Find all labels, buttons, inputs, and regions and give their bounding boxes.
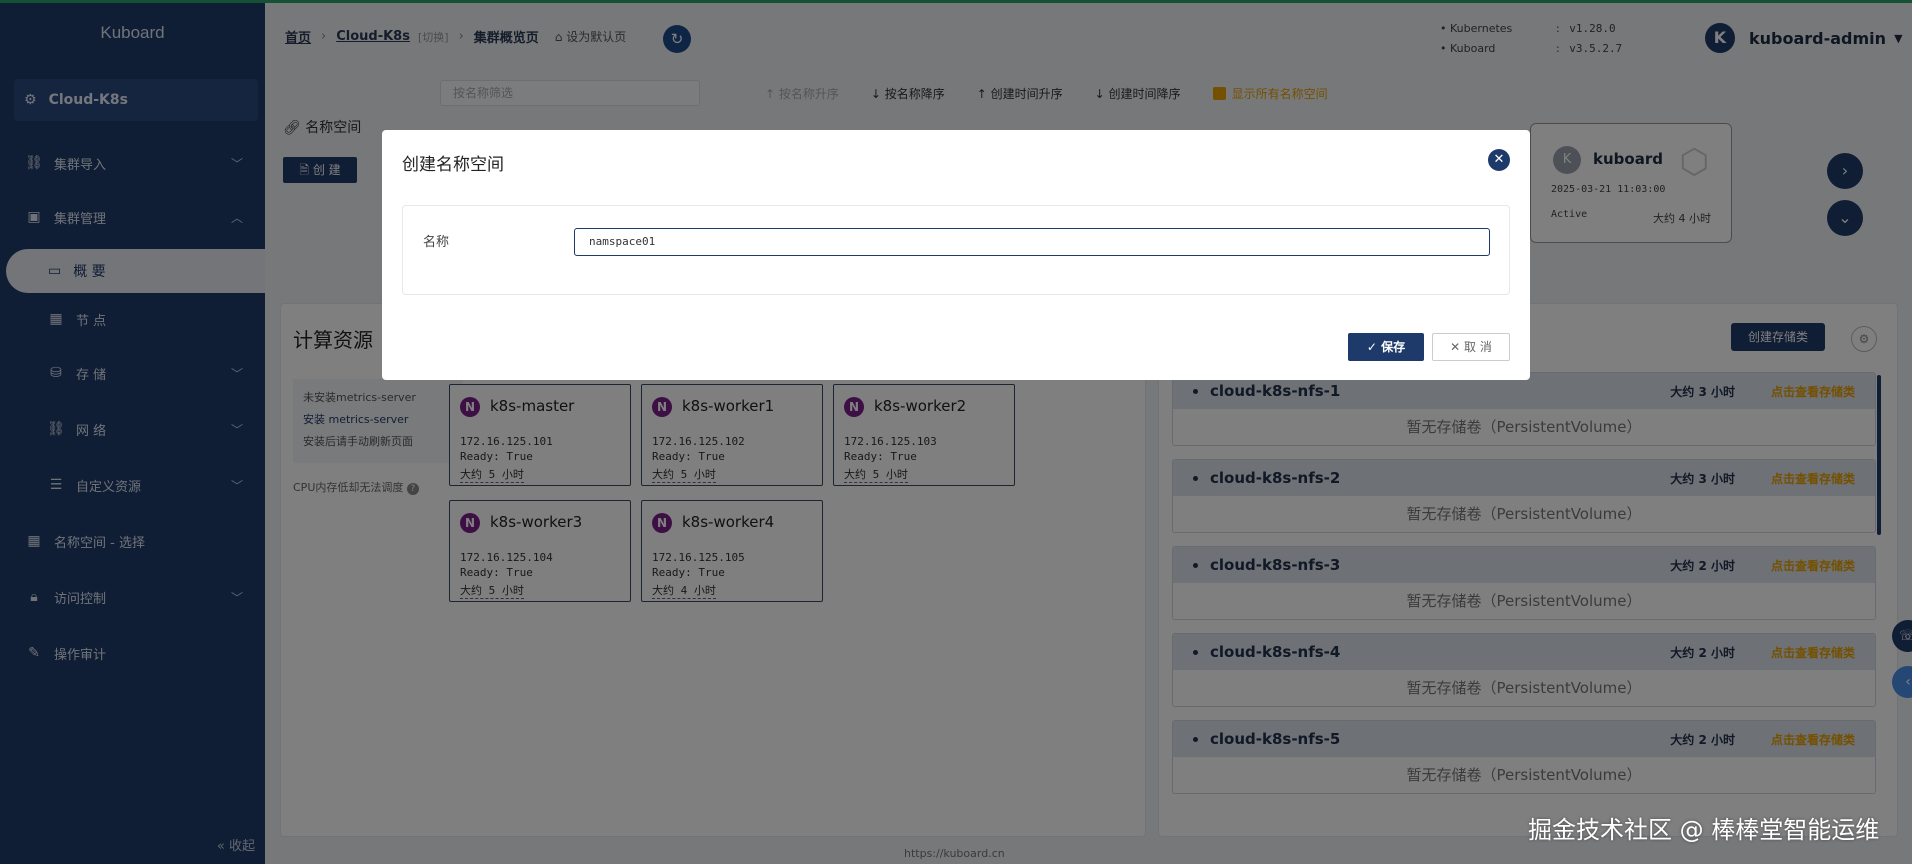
button-label: 保存 [1381, 340, 1406, 354]
name-field-label: 名称 [423, 235, 450, 250]
watermark: 掘金技术社区 @ 棒棒堂智能运维 [1528, 816, 1880, 844]
dialog-form: 名称 namspace01 [402, 205, 1510, 295]
close-icon: ✕ [1450, 340, 1461, 354]
button-label: 取 消 [1464, 340, 1492, 354]
create-namespace-dialog: 创建名称空间 ✕ 名称 namspace01 ✓ 保存 ✕ 取 消 [382, 130, 1530, 380]
namespace-name-input[interactable]: namspace01 [574, 228, 1490, 256]
dialog-title: 创建名称空间 [402, 155, 504, 175]
save-button[interactable]: ✓ 保存 [1348, 333, 1424, 361]
close-button[interactable]: ✕ [1488, 149, 1510, 171]
close-icon: ✕ [1493, 152, 1505, 167]
cancel-button[interactable]: ✕ 取 消 [1432, 333, 1510, 361]
check-icon: ✓ [1366, 340, 1377, 354]
